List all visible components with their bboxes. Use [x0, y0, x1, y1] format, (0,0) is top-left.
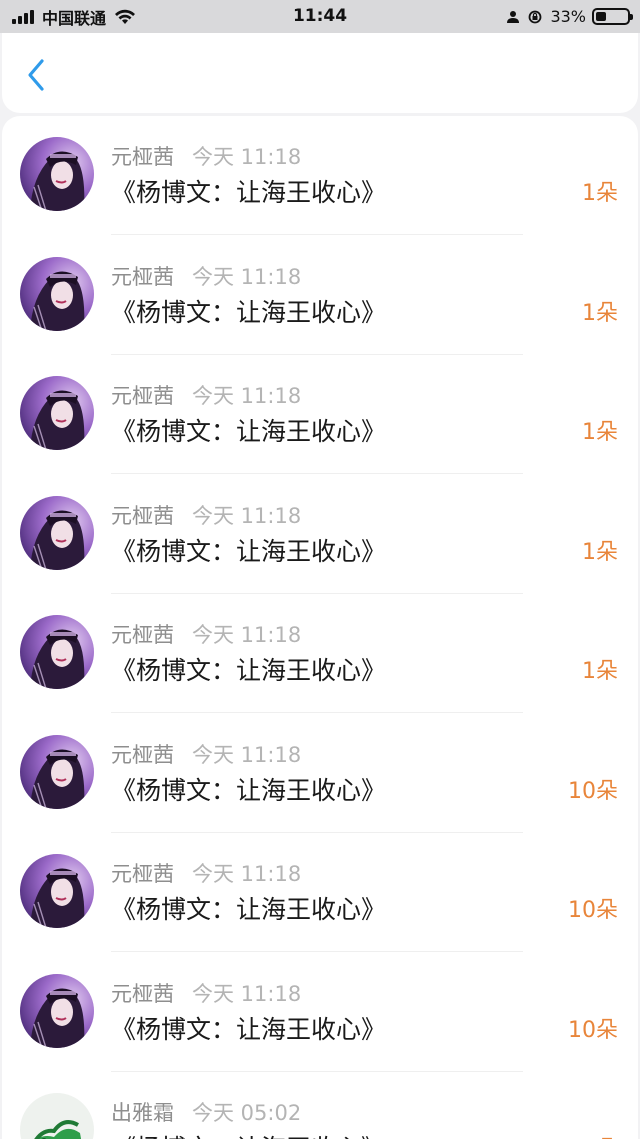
sender-name[interactable]: 元桠茜 [111, 145, 174, 169]
gift-time: 今天 11:18 [192, 623, 302, 647]
orientation-lock-icon [529, 10, 542, 23]
book-title[interactable]: 《杨博文：让海王收心》 [111, 532, 386, 568]
gift-list-item[interactable]: 元桠茜 今天 11:18 《杨博文：让海王收心》 1朵 [2, 236, 638, 355]
gift-list-item[interactable]: 元桠茜 今天 11:18 《杨博文：让海王收心》 10朵 [2, 833, 638, 952]
gift-list-item[interactable]: 元桠茜 今天 11:18 《杨博文：让海王收心》 10朵 [2, 714, 638, 833]
battery-icon [592, 8, 633, 25]
sender-name[interactable]: 元桠茜 [111, 982, 174, 1006]
user-avatar[interactable] [20, 1093, 94, 1139]
gift-time: 今天 05:02 [192, 1101, 302, 1125]
book-title[interactable]: 《杨博文：让海王收心》 [111, 1010, 386, 1046]
gift-time: 今天 11:18 [192, 742, 302, 767]
gift-list-item[interactable]: 元桠茜 今天 11:18 《杨博文：让海王收心》 10朵 [2, 953, 638, 1072]
status-right: 33% [506, 0, 633, 33]
gift-time: 今天 11:18 [192, 503, 302, 528]
flower-amount: 1朵 [582, 420, 618, 445]
book-title[interactable]: 《杨博文：让海王收心》 [111, 293, 386, 329]
gift-time: 今天 11:18 [192, 264, 302, 289]
gift-time: 今天 11:18 [192, 981, 302, 1006]
gift-meta: 元桠茜 今天 11:18 [111, 858, 301, 888]
gift-meta: 元桠茜 今天 11:18 [111, 500, 301, 530]
user-avatar[interactable] [20, 495, 94, 570]
flower-amount: 1朵 [582, 300, 618, 326]
gift-list-item[interactable]: 元桠茜 今天 11:18 《杨博文：让海王收心》 1朵 [2, 116, 638, 235]
gift-meta: 出雅霜 今天 05:02 [111, 1097, 301, 1127]
flower-amount: 1朵 [582, 659, 618, 684]
gift-time: 今天 11:18 [192, 145, 302, 169]
flower-amount: 10朵 [568, 898, 618, 923]
status-bar: 中国联通 11:44 33% [0, 0, 640, 33]
battery-percent: 33% [550, 7, 586, 26]
flower-amount: 1朵 [582, 181, 618, 206]
gift-list-item[interactable]: 元桠茜 今天 11:18 《杨博文：让海王收心》 1朵 [2, 355, 638, 474]
book-title[interactable]: 《杨博文：让海王收心》 [111, 412, 386, 448]
user-avatar[interactable] [20, 734, 94, 809]
gift-meta: 元桠茜 今天 11:18 [111, 978, 301, 1008]
flower-amount: 1朵 [582, 539, 618, 565]
book-title[interactable]: 《杨博文：让海王收心》 [111, 1129, 386, 1139]
sender-name[interactable]: 出雅霜 [111, 1101, 174, 1125]
user-avatar[interactable] [20, 973, 94, 1048]
book-title[interactable]: 《杨博文：让海王收心》 [111, 890, 386, 926]
gift-meta: 元桠茜 今天 11:18 [111, 261, 301, 291]
book-title[interactable]: 《杨博文：让海王收心》 [111, 771, 386, 807]
sender-name[interactable]: 元桠茜 [111, 265, 174, 289]
gift-list-item[interactable]: 元桠茜 今天 11:18 《杨博文：让海王收心》 1朵 [2, 594, 638, 713]
gift-list-item[interactable]: 元桠茜 今天 11:18 《杨博文：让海王收心》 1朵 [2, 475, 638, 594]
book-title[interactable]: 《杨博文：让海王收心》 [111, 651, 386, 687]
battery-fill [596, 12, 606, 21]
gift-time: 今天 11:18 [192, 384, 302, 408]
person-icon [507, 10, 520, 23]
sender-name[interactable]: 元桠茜 [111, 384, 174, 408]
flower-amount: 10朵 [568, 778, 618, 804]
gift-time: 今天 11:18 [192, 862, 302, 886]
book-title[interactable]: 《杨博文：让海王收心》 [111, 173, 386, 209]
user-avatar[interactable] [20, 376, 94, 450]
user-avatar[interactable] [20, 256, 94, 331]
user-avatar[interactable] [20, 854, 94, 928]
gift-list: 元桠茜 今天 11:18 《杨博文：让海王收心》 1朵 元桠茜 今天 11:18 《杨博文… [2, 116, 638, 1139]
sender-name[interactable]: 元桠茜 [111, 504, 174, 528]
flower-amount: 1朵 [582, 1131, 618, 1139]
gift-meta: 元桠茜 今天 11:18 [111, 619, 301, 649]
flower-amount: 10朵 [568, 1017, 618, 1043]
gift-list-item[interactable]: 出雅霜今天 05:02 《杨博文：让海王收心》 1朵 [2, 1072, 638, 1139]
gift-meta: 元桠茜 今天 11:18 [111, 380, 301, 410]
user-avatar[interactable] [20, 137, 94, 211]
user-avatar[interactable] [20, 615, 94, 689]
back-chevron-icon[interactable] [22, 57, 52, 93]
gift-meta: 元桠茜 今天 11:18 [111, 141, 301, 171]
sender-name[interactable]: 元桠茜 [111, 743, 174, 767]
nav-bar [2, 33, 638, 113]
gift-meta: 元桠茜 今天 11:18 [111, 739, 301, 769]
sender-name[interactable]: 元桠茜 [111, 862, 174, 886]
sender-name[interactable]: 元桠茜 [111, 623, 174, 647]
